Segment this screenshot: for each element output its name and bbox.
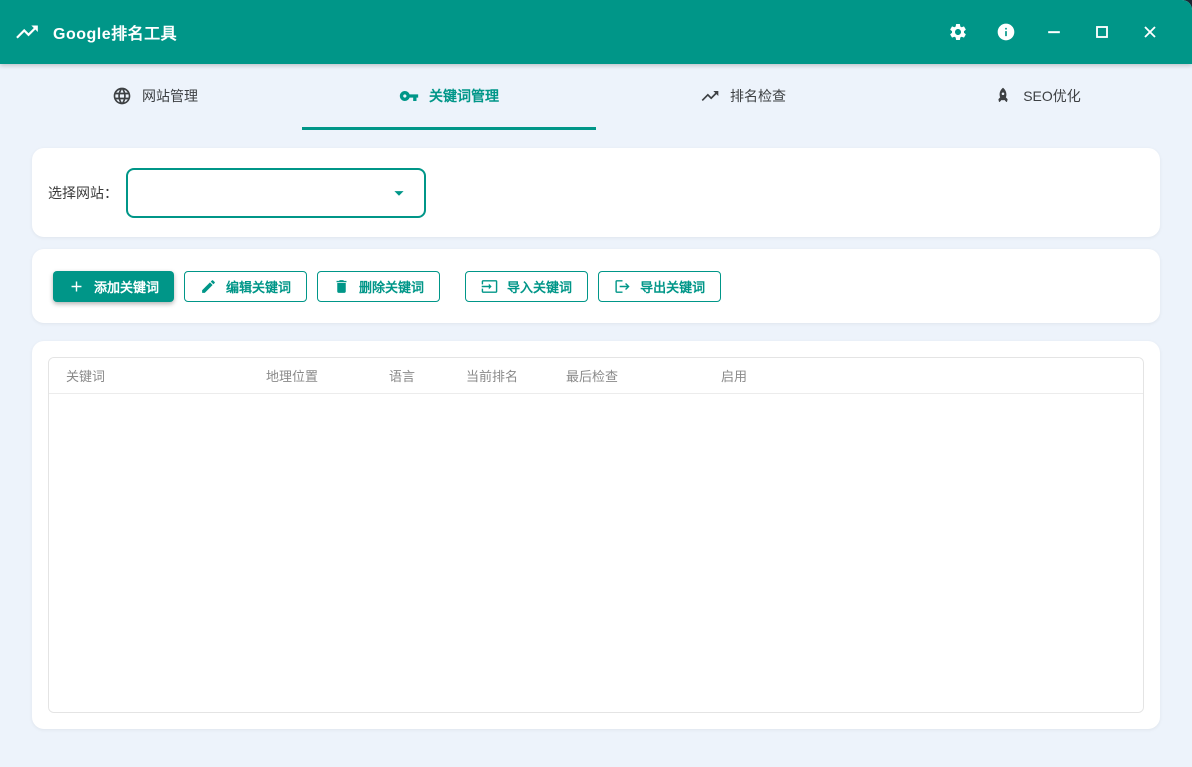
settings-icon xyxy=(948,22,968,42)
tab-label: 关键词管理 xyxy=(429,86,499,106)
app-title: Google排名工具 xyxy=(53,20,177,44)
tab-bar: 网站管理 关键词管理 排名检查 SEO优化 xyxy=(0,64,1192,130)
add-keyword-button[interactable]: 添加关键词 xyxy=(53,271,174,302)
close-icon xyxy=(1140,22,1160,42)
tab-keyword-management[interactable]: 关键词管理 xyxy=(302,64,596,130)
site-selector-label: 选择网站： xyxy=(48,183,118,203)
export-keywords-button[interactable]: 导出关键词 xyxy=(598,271,721,302)
column-header-location: 地理位置 xyxy=(249,358,372,393)
info-button[interactable] xyxy=(995,21,1017,43)
pencil-icon xyxy=(200,278,217,295)
column-header-language: 语言 xyxy=(372,358,449,393)
export-icon xyxy=(614,278,631,295)
maximize-icon xyxy=(1092,22,1112,42)
keyword-toolbar-card: 添加关键词 编辑关键词 删除关键词 导入关键词 导出关键词 xyxy=(32,249,1160,323)
tab-label: 排名检查 xyxy=(730,86,786,106)
globe-icon xyxy=(112,86,132,106)
table-empty-body xyxy=(49,394,1143,713)
trash-icon xyxy=(333,278,350,295)
app-window: Google排名工具 xyxy=(0,0,1192,767)
titlebar: Google排名工具 xyxy=(0,0,1192,64)
button-label: 导出关键词 xyxy=(640,277,705,296)
button-label: 编辑关键词 xyxy=(226,277,291,296)
plus-icon xyxy=(68,278,85,295)
keyword-table-card: 关键词 地理位置 语言 当前排名 最后检查 启用 xyxy=(32,341,1160,729)
minimize-button[interactable] xyxy=(1043,21,1065,43)
trending-up-icon xyxy=(14,19,40,45)
keyword-table: 关键词 地理位置 语言 当前排名 最后检查 启用 xyxy=(48,357,1144,713)
maximize-button[interactable] xyxy=(1091,21,1113,43)
site-selector-card: 选择网站： xyxy=(32,148,1160,237)
import-keywords-button[interactable]: 导入关键词 xyxy=(465,271,588,302)
site-select-dropdown[interactable] xyxy=(126,168,426,218)
tab-seo-optimization[interactable]: SEO优化 xyxy=(890,64,1184,130)
import-icon xyxy=(481,278,498,295)
table-header-row: 关键词 地理位置 语言 当前排名 最后检查 启用 xyxy=(49,358,1143,393)
button-label: 删除关键词 xyxy=(359,277,424,296)
tab-website-management[interactable]: 网站管理 xyxy=(8,64,302,130)
tab-label: SEO优化 xyxy=(1023,86,1081,106)
info-icon xyxy=(996,22,1016,42)
delete-keyword-button[interactable]: 删除关键词 xyxy=(317,271,440,302)
column-header-current-rank: 当前排名 xyxy=(449,358,549,393)
tab-rank-check[interactable]: 排名检查 xyxy=(596,64,890,130)
column-header-enabled: 启用 xyxy=(704,358,1143,393)
trending-up-icon xyxy=(700,86,720,106)
button-label: 添加关键词 xyxy=(94,277,159,296)
close-button[interactable] xyxy=(1139,21,1161,43)
key-icon xyxy=(399,86,419,106)
edit-keyword-button[interactable]: 编辑关键词 xyxy=(184,271,307,302)
tab-label: 网站管理 xyxy=(142,86,198,106)
caret-down-icon xyxy=(388,182,410,204)
button-label: 导入关键词 xyxy=(507,277,572,296)
column-header-last-check: 最后检查 xyxy=(549,358,704,393)
rocket-icon xyxy=(993,86,1013,106)
minimize-icon xyxy=(1044,22,1064,42)
column-header-keyword: 关键词 xyxy=(49,358,249,393)
settings-button[interactable] xyxy=(947,21,969,43)
